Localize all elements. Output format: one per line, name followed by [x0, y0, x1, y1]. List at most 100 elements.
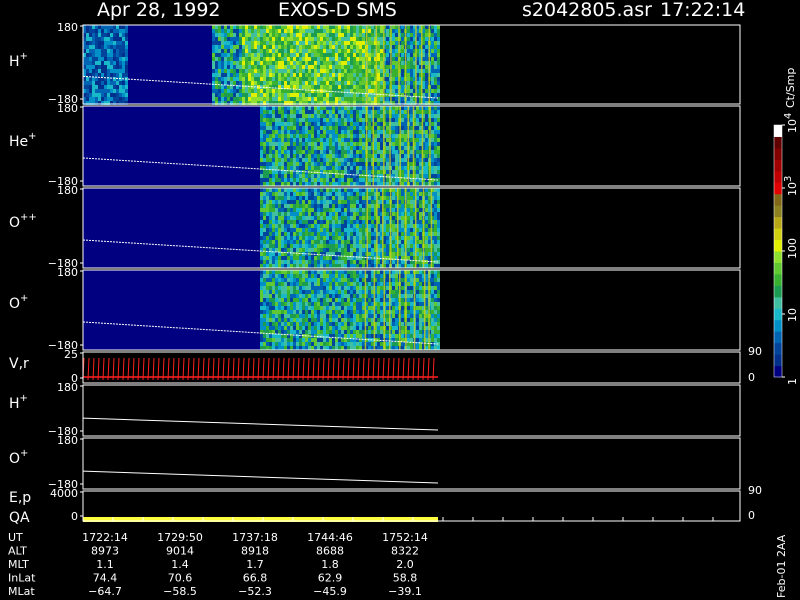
- spectrogram-cell: [299, 73, 302, 77]
- spectrogram-cell: [371, 240, 374, 244]
- spectrogram-cell: [332, 77, 335, 81]
- spectrogram-cell: [323, 330, 326, 334]
- spectrogram-cell: [434, 166, 437, 170]
- spectrogram-cell: [293, 208, 296, 212]
- spectrogram-cell: [113, 138, 116, 142]
- spectrogram-cell: [347, 85, 350, 89]
- spectrogram-cell: [368, 106, 371, 110]
- spectrogram-cell: [434, 57, 437, 61]
- spectrogram-cell: [161, 114, 164, 118]
- spectrogram-cell: [323, 270, 326, 274]
- spectrogram-cell: [272, 49, 275, 53]
- spectrogram-cell: [281, 33, 284, 37]
- spectrogram-cell: [416, 158, 419, 162]
- spectrogram-cell: [269, 342, 272, 346]
- spectrogram-cell: [356, 188, 359, 192]
- spectrogram-cell: [263, 89, 266, 93]
- spectrogram-cell: [344, 53, 347, 57]
- spectrogram-cell: [401, 170, 404, 174]
- spectrogram-cell: [263, 256, 266, 260]
- spectrogram-cell: [323, 106, 326, 110]
- spectrogram-cell: [290, 260, 293, 264]
- spectrogram-cell: [293, 342, 296, 346]
- spectrogram-cell: [416, 130, 419, 134]
- spectrogram-cell: [308, 326, 311, 330]
- spectrogram-cell: [341, 318, 344, 322]
- spectrogram-cell: [347, 69, 350, 73]
- spectrogram-cell: [308, 45, 311, 49]
- spectrogram-cell: [395, 29, 398, 33]
- spectrogram-cell: [410, 29, 413, 33]
- spectrogram-cell: [308, 342, 311, 346]
- spectrogram-cell: [407, 73, 410, 77]
- spectrogram-cell: [239, 93, 242, 97]
- spectrogram-cell: [278, 298, 281, 302]
- spectrogram-cell: [242, 57, 245, 61]
- spectrogram-cell: [260, 220, 263, 224]
- spectrogram-cell: [311, 142, 314, 146]
- spectrogram-cell: [122, 97, 125, 101]
- spectrogram-cell: [227, 33, 230, 37]
- spectrogram-cell: [242, 41, 245, 45]
- spectrogram-cell: [353, 45, 356, 49]
- spectrogram-cell: [224, 89, 227, 93]
- spectrogram-cell: [314, 65, 317, 69]
- spectrogram-cell: [386, 61, 389, 65]
- spectrogram-cell: [305, 270, 308, 274]
- spectrogram-cell: [299, 150, 302, 154]
- spectrogram-cell: [395, 89, 398, 93]
- spectrogram-cell: [323, 318, 326, 322]
- spectrogram-cell: [377, 126, 380, 130]
- spectrogram-cell: [434, 154, 437, 158]
- spectrogram-cell: [425, 192, 428, 196]
- spectrogram-cell: [98, 81, 101, 85]
- spectrogram-cell: [320, 236, 323, 240]
- spectrogram-cell: [395, 61, 398, 65]
- spectrogram-cell: [224, 65, 227, 69]
- spectrogram-cell: [311, 208, 314, 212]
- spectrogram-cell: [293, 216, 296, 220]
- spectrogram-cell: [407, 37, 410, 41]
- spectrogram-cell: [332, 342, 335, 346]
- spectrogram-cell: [350, 73, 353, 77]
- spectrogram-cell: [410, 126, 413, 130]
- spectrogram-cell: [356, 224, 359, 228]
- spectrogram-cell: [407, 57, 410, 61]
- spectrogram-cell: [281, 174, 284, 178]
- spectrogram-cell: [371, 57, 374, 61]
- spectrogram-cell: [425, 69, 428, 73]
- spectrogram-cell: [314, 192, 317, 196]
- spectrogram-cell: [338, 73, 341, 77]
- spectrogram-cell: [212, 41, 215, 45]
- spectrogram-cell: [326, 33, 329, 37]
- spectrogram-cell: [311, 122, 314, 126]
- spectrogram-cell: [278, 158, 281, 162]
- spectrogram-cell: [392, 33, 395, 37]
- spectrogram-cell: [263, 142, 266, 146]
- spectrogram-cell: [221, 61, 224, 65]
- spectrogram-cell: [287, 240, 290, 244]
- spectrogram-cell: [311, 146, 314, 150]
- spectrogram-cell: [344, 106, 347, 110]
- spectrogram-cell: [314, 142, 317, 146]
- spectrogram-cell: [386, 204, 389, 208]
- spectrogram-cell: [296, 29, 299, 33]
- spectrogram-cell: [287, 342, 290, 346]
- spectrogram-cell: [344, 37, 347, 41]
- spectrogram-cell: [314, 260, 317, 264]
- spectrogram-cell: [272, 260, 275, 264]
- spectrogram-cell: [344, 85, 347, 89]
- spectrogram-cell: [320, 126, 323, 130]
- spectrogram-cell: [371, 29, 374, 33]
- spectrogram-cell: [362, 53, 365, 57]
- spectrogram-cell: [287, 306, 290, 310]
- spectrogram-cell: [284, 174, 287, 178]
- spectrogram-cell: [386, 37, 389, 41]
- spectrogram-cell: [341, 146, 344, 150]
- spectrogram-cell: [281, 314, 284, 318]
- spectrogram-cell: [221, 69, 224, 73]
- spectrogram-cell: [431, 138, 434, 142]
- spectrogram-cell: [278, 188, 281, 192]
- spectrogram-cell: [356, 33, 359, 37]
- spectrogram-cell: [431, 118, 434, 122]
